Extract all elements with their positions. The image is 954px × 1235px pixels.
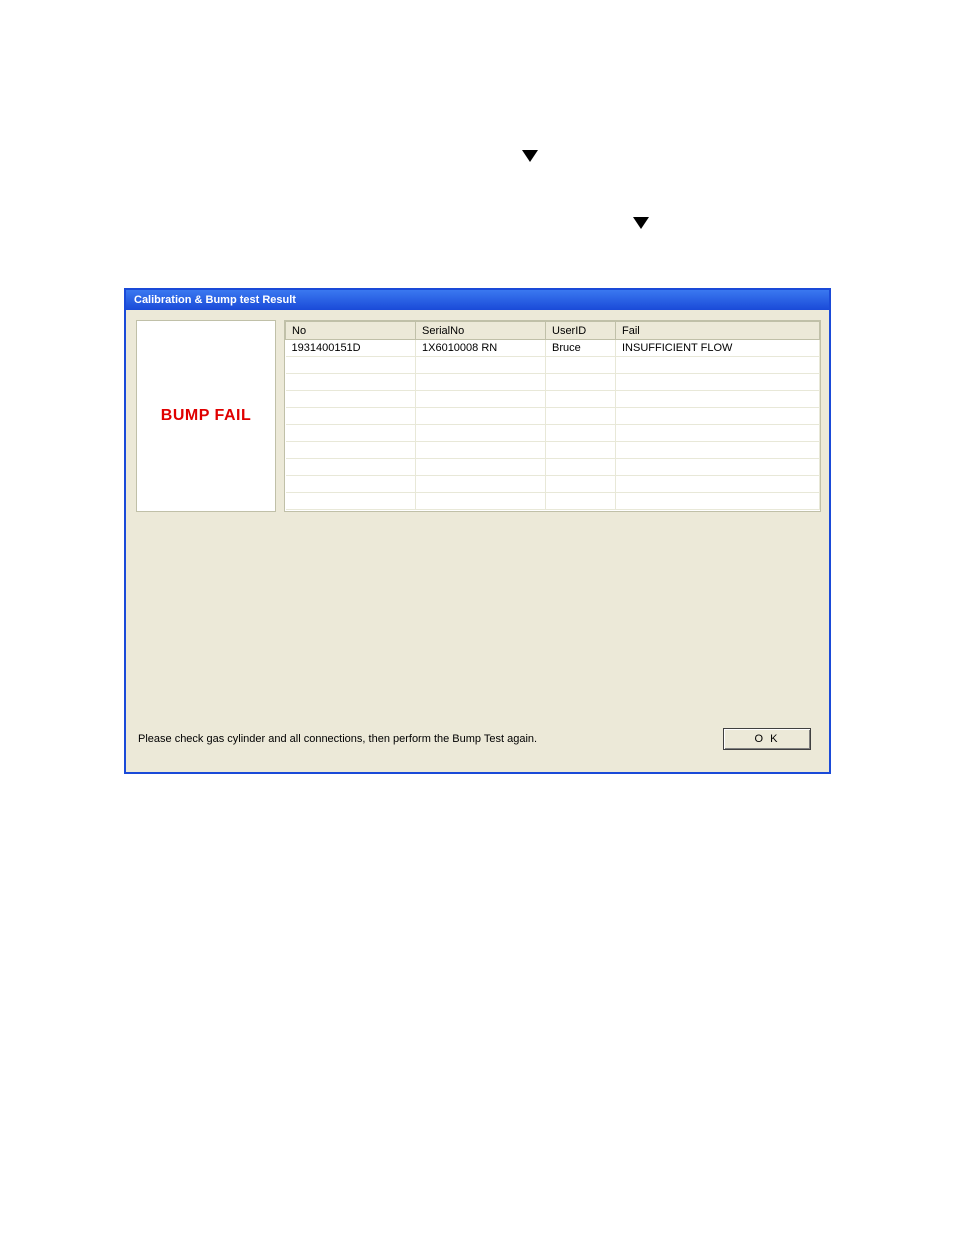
instruction-message: Please check gas cylinder and all connec… [138,733,537,745]
dialog-title: Calibration & Bump test Result [134,294,296,306]
table-body: 1931400151D 1X6010008 RN Bruce INSUFFICI… [286,340,820,510]
top-row: BUMP FAIL No SerialNo UserID Fail 1 [136,320,821,512]
cell-no [286,357,416,374]
bottom-row: Please check gas cylinder and all connec… [136,722,821,762]
dialog-titlebar: Calibration & Bump test Result [126,290,829,310]
table-row[interactable] [286,459,820,476]
result-dialog: Calibration & Bump test Result BUMP FAIL… [124,288,831,774]
cell-user [546,459,616,476]
cell-serial [416,476,546,493]
table-row[interactable] [286,374,820,391]
cell-user [546,493,616,510]
cell-fail: INSUFFICIENT FLOW [616,340,820,357]
cell-fail [616,357,820,374]
cell-user [546,391,616,408]
cell-user [546,442,616,459]
cell-fail [616,391,820,408]
table-row[interactable] [286,425,820,442]
table-row[interactable]: 1931400151D 1X6010008 RN Bruce INSUFFICI… [286,340,820,357]
cell-no [286,374,416,391]
cell-serial [416,408,546,425]
cell-fail [616,476,820,493]
cell-no [286,493,416,510]
results-table: No SerialNo UserID Fail 1931400151D 1X60… [285,321,820,510]
cell-fail [616,408,820,425]
cell-serial [416,442,546,459]
cell-fail [616,442,820,459]
table-header-row: No SerialNo UserID Fail [286,322,820,340]
triangle-down-icon [522,150,538,162]
triangle-down-icon [633,217,649,229]
cell-user: Bruce [546,340,616,357]
cell-no [286,408,416,425]
results-table-wrap: No SerialNo UserID Fail 1931400151D 1X60… [284,320,821,512]
cell-no [286,476,416,493]
cell-user [546,408,616,425]
cell-user [546,357,616,374]
col-header-user[interactable]: UserID [546,322,616,340]
dialog-content: BUMP FAIL No SerialNo UserID Fail 1 [126,310,829,772]
cell-no [286,459,416,476]
table-row[interactable] [286,493,820,510]
cell-serial [416,493,546,510]
cell-user [546,374,616,391]
cell-serial [416,374,546,391]
cell-serial [416,357,546,374]
cell-serial [416,425,546,442]
cell-fail [616,459,820,476]
col-header-fail[interactable]: Fail [616,322,820,340]
table-row[interactable] [286,476,820,493]
status-text: BUMP FAIL [161,407,251,425]
cell-serial: 1X6010008 RN [416,340,546,357]
table-row[interactable] [286,357,820,374]
cell-user [546,476,616,493]
table-row[interactable] [286,408,820,425]
cell-no: 1931400151D [286,340,416,357]
table-row[interactable] [286,391,820,408]
col-header-no[interactable]: No [286,322,416,340]
ok-button[interactable]: O K [723,728,811,750]
cell-user [546,425,616,442]
cell-no [286,391,416,408]
cell-no [286,442,416,459]
cell-no [286,425,416,442]
status-box: BUMP FAIL [136,320,276,512]
cell-serial [416,459,546,476]
cell-fail [616,493,820,510]
table-row[interactable] [286,442,820,459]
col-header-serial[interactable]: SerialNo [416,322,546,340]
cell-fail [616,425,820,442]
cell-serial [416,391,546,408]
cell-fail [616,374,820,391]
spacer [136,512,821,722]
